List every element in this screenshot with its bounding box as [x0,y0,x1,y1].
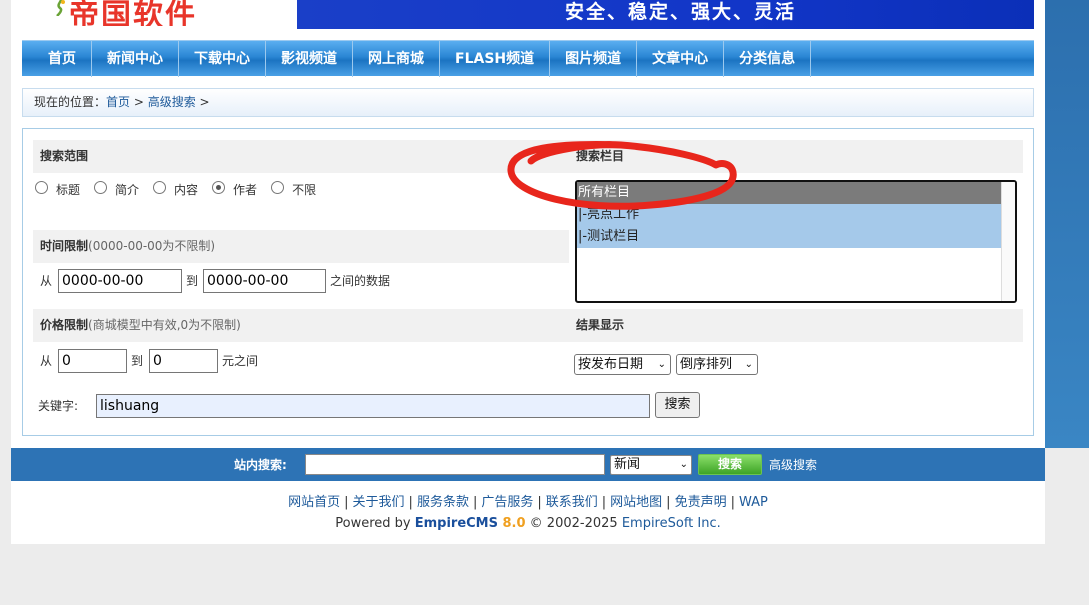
footer-separator: | [666,495,671,510]
advanced-search-form: 搜索范围 标题 简介 内容 作者 不限 搜索栏目 所有栏目 |-亮点工作 |-测… [22,128,1034,436]
time-from-label: 从 [40,274,53,288]
price-limit-heading: 价格限制(商城模型中有效,0为不限制) [33,309,569,342]
footer-link-home[interactable]: 网站首页 [288,495,340,510]
time-from-input[interactable]: 0000-00-00 [58,269,182,293]
site-search-input[interactable] [305,454,605,475]
chevron-down-icon: ⌄ [744,359,753,370]
price-to-input[interactable]: 0 [149,349,218,373]
cms-name[interactable]: EmpireCMS [415,516,498,531]
company-link[interactable]: EmpireSoft Inc. [622,516,721,531]
site-search-button[interactable]: 搜索 [698,454,762,475]
time-to-label: 到 [186,274,199,288]
keyword-input[interactable]: lishuang [96,394,650,418]
scope-label-all: 不限 [292,183,317,197]
footer-separator: | [344,495,349,510]
page-container: 帝国软件 安全、稳定、强大、灵活 首页 新闻中心 下载中心 影视频道 网上商城 … [11,0,1045,544]
nav-item-flash[interactable]: FLASH频道 [440,41,551,77]
scope-radio-author[interactable] [212,181,226,194]
order-by-value: 按发布日期 [578,357,644,372]
nav-item-shop[interactable]: 网上商城 [353,41,440,77]
nav-item-download[interactable]: 下载中心 [179,41,266,77]
chevron-down-icon: ⌄ [679,459,688,470]
search-scope-heading: 搜索范围 [33,140,569,173]
scope-label-author: 作者 [233,183,258,197]
column-option-test[interactable]: |-测试栏目 [577,226,1001,248]
search-columns-listbox[interactable]: 所有栏目 |-亮点工作 |-测试栏目 [575,180,1017,303]
price-from-input[interactable]: 0 [58,349,127,373]
advanced-search-link[interactable]: 高级搜索 [769,456,817,473]
breadcrumb-separator: > [130,95,148,109]
nav-item-movie[interactable]: 影视频道 [266,41,353,77]
powered-by: Powered by EmpireCMS 8.0 © 2002-2025 Emp… [11,516,1045,531]
site-search-label: 站内搜索: [234,458,287,472]
column-option-all[interactable]: 所有栏目 [577,182,1001,204]
search-columns-heading: 搜索栏目 [569,140,1023,173]
nav-item-photo[interactable]: 图片频道 [550,41,638,77]
footer-link-disclaimer[interactable]: 免责声明 [675,495,727,510]
scope-radio-all[interactable] [271,181,285,194]
keyword-label: 关键字: [38,399,79,413]
footer-link-terms[interactable]: 服务条款 [417,495,469,510]
footer-link-sitemap[interactable]: 网站地图 [610,495,662,510]
logo-mark-icon [56,0,65,16]
order-by-select[interactable]: 按发布日期 ⌄ [574,354,671,375]
footer-separator: | [730,495,735,510]
header-banner: 安全、稳定、强大、灵活 [297,0,1034,29]
powered-prefix: Powered by [335,516,415,531]
nav-item-news[interactable]: 新闻中心 [92,41,179,77]
price-limit-note: (商城模型中有效,0为不限制) [88,318,241,332]
listbox-scrollbar[interactable] [1001,182,1015,301]
footer-link-contact[interactable]: 联系我们 [546,495,598,510]
breadcrumb-home-link[interactable]: 首页 [106,95,130,109]
time-limit-note: (0000-00-00为不限制) [88,239,216,253]
time-limit-heading: 时间限制(0000-00-00为不限制) [33,230,569,263]
main-nav: 首页 新闻中心 下载中心 影视频道 网上商城 FLASH频道 图片频道 文章中心… [22,40,1034,77]
site-search-category-value: 新闻 [614,457,641,472]
site-logo[interactable]: 帝国软件 [51,0,281,26]
footer-link-wap[interactable]: WAP [739,495,768,510]
time-limit-title: 时间限制 [40,239,89,253]
logo-text: 帝国软件 [69,0,197,26]
price-from-label: 从 [40,354,53,368]
scope-label-summary: 简介 [115,183,140,197]
footer-link-ads[interactable]: 广告服务 [481,495,533,510]
site-search-category-select[interactable]: 新闻 ⌄ [610,455,692,475]
scope-radio-content[interactable] [153,181,167,194]
search-scope-options: 标题 简介 内容 作者 不限 [35,181,330,198]
footer-separator: | [537,495,542,510]
price-limit-title: 价格限制 [40,318,89,332]
keyword-search-button[interactable]: 搜索 [655,392,700,418]
order-direction-value: 倒序排列 [680,357,733,372]
order-direction-select[interactable]: 倒序排列 ⌄ [676,354,758,375]
column-option-highlight-work[interactable]: |-亮点工作 [577,204,1001,226]
page-background-strip [1045,0,1089,448]
price-to-label: 到 [131,354,144,368]
nav-item-home[interactable]: 首页 [22,41,92,77]
footer-link-about[interactable]: 关于我们 [353,495,405,510]
result-display-heading: 结果显示 [569,309,1023,342]
footer-links: 网站首页 | 关于我们 | 服务条款 | 广告服务 | 联系我们 | 网站地图 | 免责声明 | WAP [11,491,1045,510]
scope-label-title: 标题 [56,183,81,197]
breadcrumb-prefix: 现在的位置： [34,95,107,109]
site-search-bar: 站内搜索: 新闻 ⌄ 搜索 高级搜索 [11,448,1045,481]
chevron-down-icon: ⌄ [657,359,666,370]
price-suffix: 元之间 [222,354,259,368]
time-to-input[interactable]: 0000-00-00 [203,269,326,293]
scope-radio-title[interactable] [35,181,48,194]
time-suffix: 之间的数据 [330,274,391,288]
copyright-text: © 2002-2025 [525,516,622,531]
nav-item-article[interactable]: 文章中心 [637,41,725,77]
breadcrumb: 现在的位置：首页 > 高级搜索 > [22,88,1034,117]
breadcrumb-current-link[interactable]: 高级搜索 [148,95,196,109]
breadcrumb-separator: > [195,95,210,109]
nav-item-classified[interactable]: 分类信息 [724,41,812,77]
footer-separator: | [408,495,413,510]
footer-separator: | [601,495,607,510]
cms-version: 8.0 [497,516,526,531]
scope-radio-summary[interactable] [94,181,108,194]
footer-separator: | [472,495,478,510]
scope-label-content: 内容 [174,183,199,197]
